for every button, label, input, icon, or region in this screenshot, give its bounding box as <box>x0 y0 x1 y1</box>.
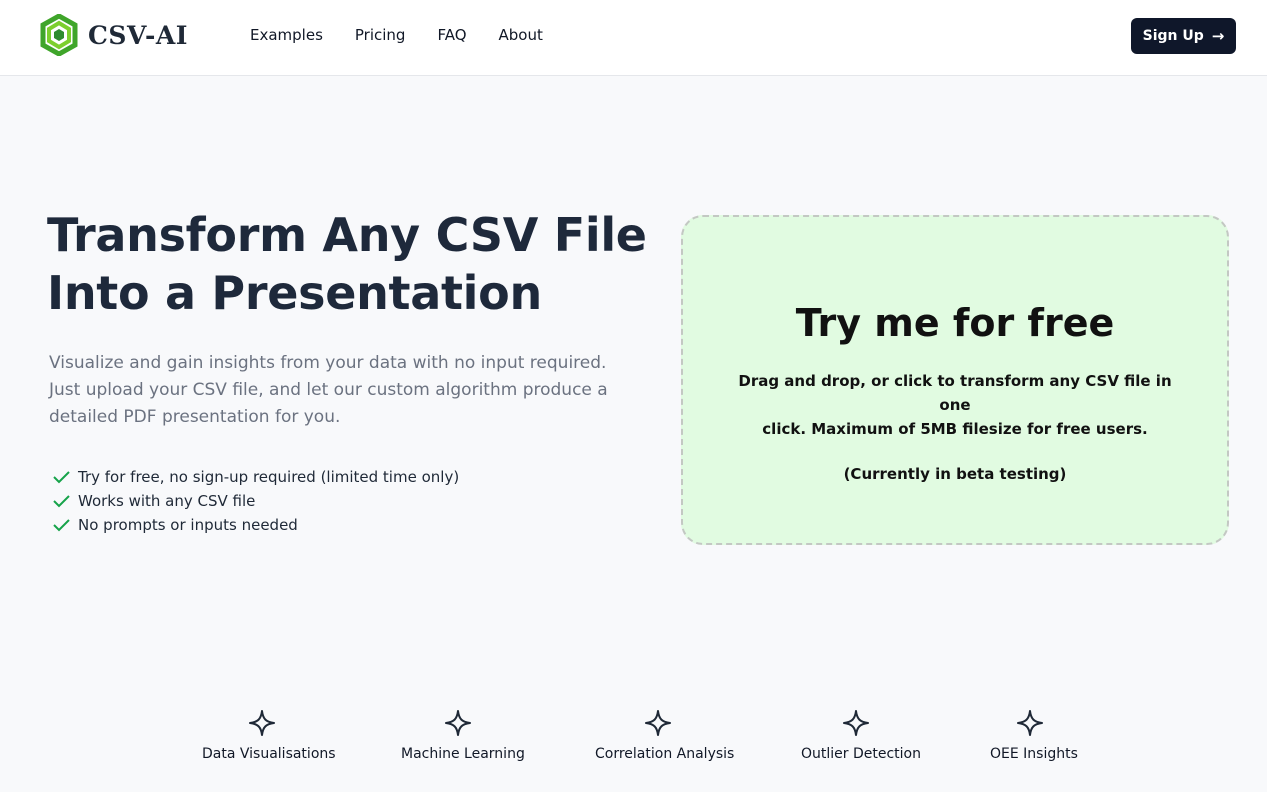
checkmark-icon <box>53 471 70 484</box>
nav-link-pricing[interactable]: Pricing <box>355 26 406 44</box>
sparkle-icon <box>445 710 471 736</box>
feature-label: Outlier Detection <box>801 746 921 762</box>
dropzone-desc-line1: Drag and drop, or click to transform any… <box>738 372 1172 414</box>
hero-subtitle-line2: Just upload your CSV file, and let our c… <box>49 380 608 400</box>
nav-link-faq[interactable]: FAQ <box>437 26 466 44</box>
checklist-item: Works with any CSV file <box>53 489 459 513</box>
feature-label: Data Visualisations <box>202 746 336 762</box>
feature-label: Correlation Analysis <box>595 746 735 762</box>
dropzone-description: Drag and drop, or click to transform any… <box>735 369 1175 441</box>
hero-title-line2: Into a Presentation <box>47 266 542 320</box>
sign-up-button[interactable]: Sign Up → <box>1131 18 1236 54</box>
features-row: Data Visualisations Machine Learning Cor… <box>0 708 1267 778</box>
feature-correlation-analysis: Correlation Analysis <box>595 708 735 762</box>
beta-notice: (Currently in beta testing) <box>843 465 1067 483</box>
checklist-item-label: Works with any CSV file <box>78 492 256 510</box>
main-nav: Examples Pricing FAQ About <box>250 26 575 44</box>
sparkle-icon <box>843 710 869 736</box>
feature-checklist: Try for free, no sign-up required (limit… <box>53 465 459 537</box>
feature-outlier-detection: Outlier Detection <box>801 708 921 762</box>
sparkle-icon <box>645 710 671 736</box>
hexagon-logo-icon <box>40 14 78 56</box>
checklist-item-label: Try for free, no sign-up required (limit… <box>78 468 460 486</box>
csv-upload-dropzone[interactable]: Try me for free Drag and drop, or click … <box>681 215 1229 545</box>
hero-subtitle: Visualize and gain insights from your da… <box>49 350 609 431</box>
checklist-item-label: No prompts or inputs needed <box>78 516 298 534</box>
brand-name: CSV-AI <box>88 20 188 50</box>
hero-subtitle-line1: Visualize and gain insights from your da… <box>49 353 607 373</box>
hero-title: Transform Any CSV File Into a Presentati… <box>47 206 647 322</box>
checklist-item: No prompts or inputs needed <box>53 513 459 537</box>
checklist-item: Try for free, no sign-up required (limit… <box>53 465 459 489</box>
checkmark-icon <box>53 495 70 508</box>
checkmark-icon <box>53 519 70 532</box>
sparkle-icon <box>249 710 275 736</box>
hero-subtitle-line3: detailed PDF presentation for you. <box>49 407 341 427</box>
site-header: CSV-AI Examples Pricing FAQ About Sign U… <box>0 0 1267 76</box>
arrow-right-icon: → <box>1211 27 1225 45</box>
dropzone-title: Try me for free <box>795 301 1115 345</box>
sparkle-icon <box>1017 710 1043 736</box>
nav-link-examples[interactable]: Examples <box>250 26 323 44</box>
sign-up-label: Sign Up <box>1142 28 1204 44</box>
dropzone-desc-line2: click. Maximum of 5MB filesize for free … <box>762 420 1148 438</box>
feature-oee-insights: OEE Insights <box>990 708 1078 762</box>
feature-label: Machine Learning <box>401 746 525 762</box>
feature-machine-learning: Machine Learning <box>401 708 525 762</box>
nav-link-about[interactable]: About <box>499 26 543 44</box>
feature-data-visualisations: Data Visualisations <box>202 708 336 762</box>
brand-logo[interactable]: CSV-AI <box>40 14 188 56</box>
hero-title-line1: Transform Any CSV File <box>47 208 647 262</box>
feature-label: OEE Insights <box>990 746 1078 762</box>
